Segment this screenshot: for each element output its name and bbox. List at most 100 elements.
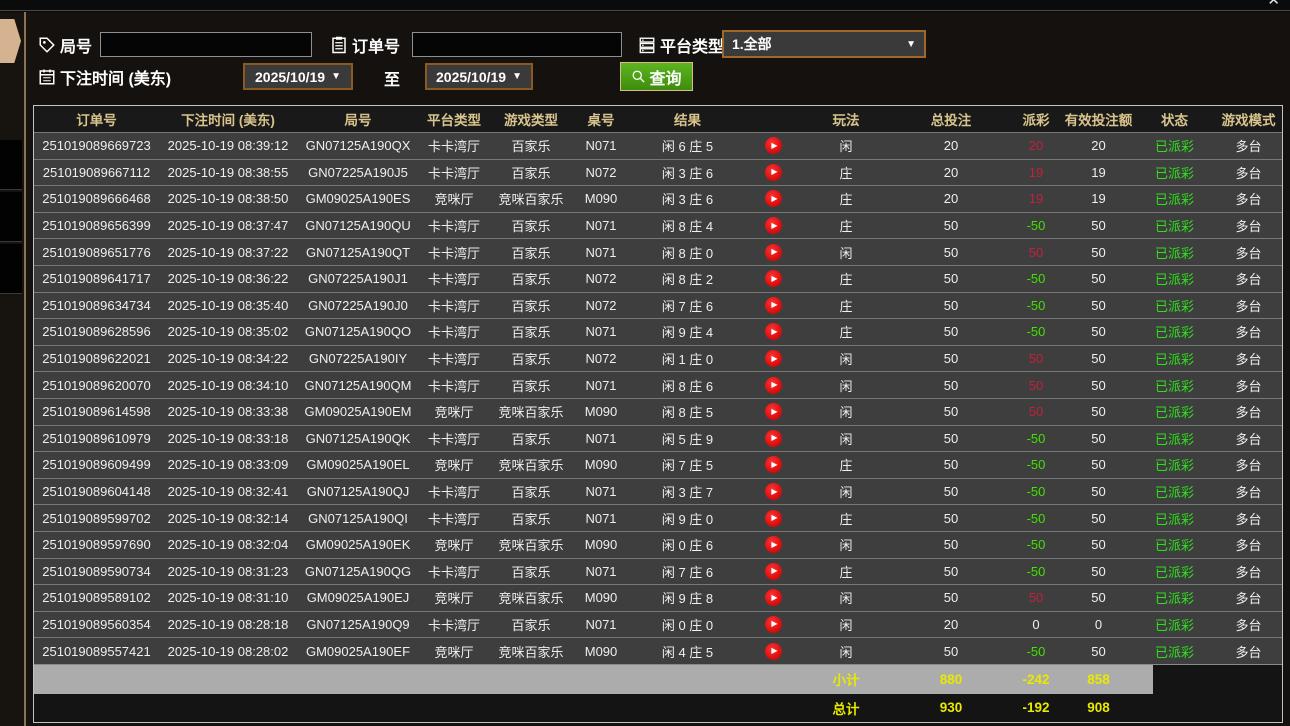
- play-cell: ▶: [746, 452, 801, 478]
- round-id-cell: GM09025A190EF: [297, 638, 419, 664]
- order-id-cell: 251019089628596: [34, 319, 159, 345]
- total-bet-cell: 20: [891, 186, 1011, 212]
- valid-bet-cell: 50: [1061, 319, 1136, 345]
- game-mode-cell: 多台: [1213, 319, 1284, 345]
- play-video-button[interactable]: ▶: [765, 643, 782, 660]
- game-mode-cell: 多台: [1213, 532, 1284, 558]
- payout-cell: 50: [1011, 346, 1061, 372]
- play-video-button[interactable]: ▶: [765, 323, 782, 340]
- play-video-button[interactable]: ▶: [765, 137, 782, 154]
- column-header-8: 玩法: [801, 106, 891, 132]
- result-cell: 闲 0 庄 0: [629, 612, 746, 638]
- play-video-button[interactable]: ▶: [765, 164, 782, 181]
- bet-time-cell: 2025-10-19 08:37:47: [159, 213, 297, 239]
- result-cell: 闲 8 庄 6: [629, 372, 746, 398]
- play-video-button[interactable]: ▶: [765, 483, 782, 500]
- table-no-cell: N071: [573, 213, 629, 239]
- table-no-cell: N071: [573, 612, 629, 638]
- status-badge: 已派彩: [1136, 638, 1213, 664]
- total-bet-cell: 50: [891, 452, 1011, 478]
- play-video-button[interactable]: ▶: [765, 536, 782, 553]
- play-video-button[interactable]: ▶: [765, 563, 782, 580]
- play-video-button[interactable]: ▶: [765, 430, 782, 447]
- total-bet-cell: 50: [891, 319, 1011, 345]
- bet-time-cell: 2025-10-19 08:35:40: [159, 293, 297, 319]
- clipboard-icon: [330, 36, 348, 54]
- play-video-button[interactable]: ▶: [765, 456, 782, 473]
- platform-type-label: 平台类型: [660, 33, 724, 57]
- subtotal-total-bet: 880: [891, 665, 1011, 694]
- round-id-cell: GN07125A190QK: [297, 426, 419, 452]
- table-no-cell: N071: [573, 372, 629, 398]
- play-video-button[interactable]: ▶: [765, 297, 782, 314]
- result-cell: 闲 9 庄 0: [629, 505, 746, 531]
- play-video-button[interactable]: ▶: [765, 377, 782, 394]
- total-bet-cell: 50: [891, 293, 1011, 319]
- play-cell: ▶: [746, 133, 801, 159]
- play-cell: ▶: [746, 505, 801, 531]
- play-cell: ▶: [746, 186, 801, 212]
- status-badge: 已派彩: [1136, 452, 1213, 478]
- total-bet-cell: 20: [891, 160, 1011, 186]
- result-cell: 闲 6 庄 5: [629, 133, 746, 159]
- total-bet-cell: 50: [891, 399, 1011, 425]
- status-badge: 已派彩: [1136, 399, 1213, 425]
- game-mode-cell: 多台: [1213, 293, 1284, 319]
- chevron-down-icon: ▼: [331, 71, 341, 82]
- grand-total-row: 总计 930 -192 908: [34, 694, 1282, 722]
- column-header-9: 总投注: [891, 106, 1011, 132]
- play-video-button[interactable]: ▶: [765, 190, 782, 207]
- platform-cell: 竞咪厅: [419, 399, 489, 425]
- result-cell: 闲 9 庄 4: [629, 319, 746, 345]
- play-video-button[interactable]: ▶: [765, 403, 782, 420]
- bet-side-cell: 庄: [801, 266, 891, 292]
- play-video-button[interactable]: ▶: [765, 270, 782, 287]
- table-no-cell: M090: [573, 532, 629, 558]
- round-id-cell: GM09025A190EJ: [297, 585, 419, 611]
- game-mode-cell: 多台: [1213, 399, 1284, 425]
- platform-cell: 卡卡湾厅: [419, 426, 489, 452]
- bet-time-cell: 2025-10-19 08:37:22: [159, 239, 297, 265]
- date-from-picker[interactable]: 2025/10/19 ▼: [243, 63, 353, 90]
- active-tab-arrow[interactable]: [0, 19, 21, 63]
- sidebar-menu-item: [0, 244, 22, 294]
- close-icon[interactable]: ✕: [1267, 0, 1280, 9]
- play-video-button[interactable]: ▶: [765, 589, 782, 606]
- column-header-4: 游戏类型: [489, 106, 573, 132]
- bet-records-screen: ✕ 局号 订单号: [0, 0, 1290, 726]
- play-cell: ▶: [746, 426, 801, 452]
- search-button[interactable]: 查询: [620, 62, 693, 91]
- game-type-cell: 百家乐: [489, 266, 573, 292]
- bet-time-cell: 2025-10-19 08:34:10: [159, 372, 297, 398]
- order-id-input[interactable]: [412, 32, 622, 57]
- platform-cell: 卡卡湾厅: [419, 293, 489, 319]
- play-video-button[interactable]: ▶: [765, 616, 782, 633]
- valid-bet-cell: 50: [1061, 293, 1136, 319]
- play-cell: ▶: [746, 319, 801, 345]
- date-from-value: 2025/10/19: [255, 69, 325, 85]
- table-row: 251019089614598 2025-10-19 08:33:38 GM09…: [34, 398, 1282, 425]
- platform-type-select[interactable]: 1.全部 ▼: [722, 30, 926, 58]
- calendar-icon: [38, 68, 56, 86]
- result-cell: 闲 7 庄 6: [629, 293, 746, 319]
- game-type-cell: 百家乐: [489, 160, 573, 186]
- game-type-cell: 百家乐: [489, 479, 573, 505]
- play-video-button[interactable]: ▶: [765, 217, 782, 234]
- table-no-cell: M090: [573, 585, 629, 611]
- play-video-button[interactable]: ▶: [765, 244, 782, 261]
- play-video-button[interactable]: ▶: [765, 510, 782, 527]
- bet-time-cell: 2025-10-19 08:32:14: [159, 505, 297, 531]
- play-video-button[interactable]: ▶: [765, 350, 782, 367]
- bet-time-cell: 2025-10-19 08:32:04: [159, 532, 297, 558]
- table-row: 251019089599702 2025-10-19 08:32:14 GN07…: [34, 504, 1282, 531]
- table-row: 251019089620070 2025-10-19 08:34:10 GN07…: [34, 371, 1282, 398]
- table-no-cell: M090: [573, 452, 629, 478]
- date-to-picker[interactable]: 2025/10/19 ▼: [425, 63, 533, 90]
- table-no-cell: N071: [573, 319, 629, 345]
- result-cell: 闲 8 庄 4: [629, 213, 746, 239]
- valid-bet-cell: 20: [1061, 133, 1136, 159]
- table-row: 251019089609499 2025-10-19 08:33:09 GM09…: [34, 451, 1282, 478]
- round-id-input[interactable]: [100, 32, 312, 57]
- table-no-cell: N072: [573, 160, 629, 186]
- game-type-cell: 竞咪百家乐: [489, 186, 573, 212]
